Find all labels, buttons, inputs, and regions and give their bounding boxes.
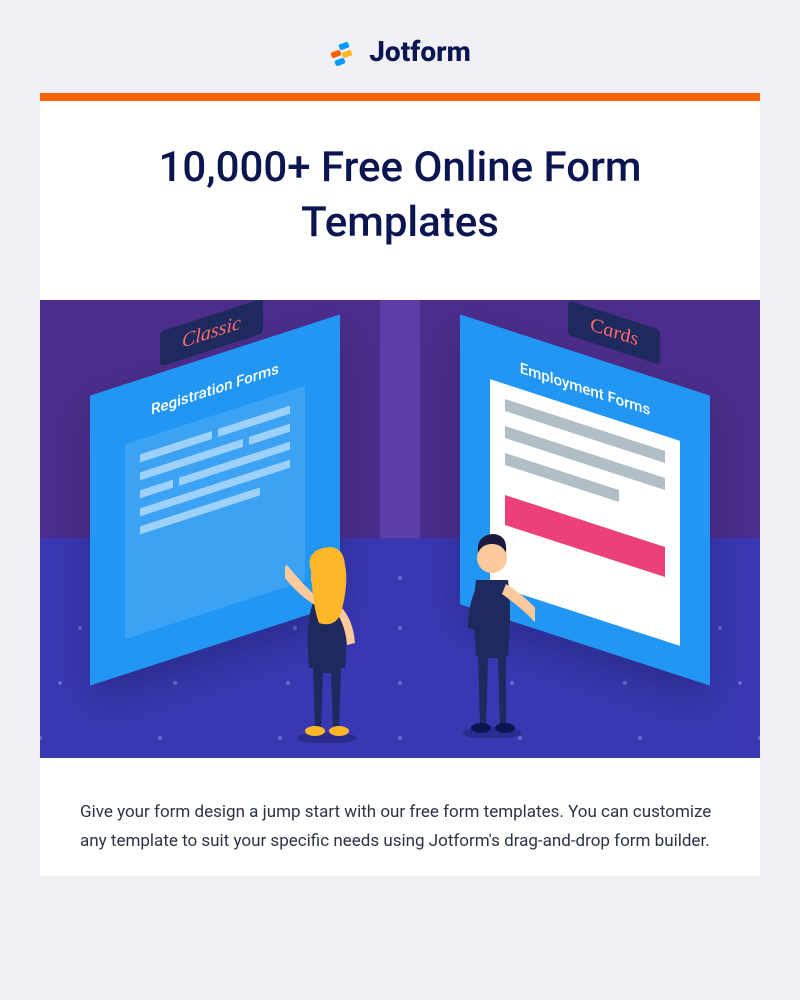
brand-logo[interactable]: Jotform [40,20,760,93]
person-illustration-left [285,523,370,743]
body-paragraph: Give your form design a jump start with … [40,758,760,876]
person-illustration-right [450,508,535,738]
content-card: 10,000+ Free Online Form Templates Regis… [40,93,760,876]
brand-name: Jotform [369,35,471,68]
hero-illustration: Registration Forms Employment Forms [40,300,760,758]
page-headline: 10,000+ Free Online Form Templates [100,141,700,250]
jotform-logo-icon [329,37,359,67]
headline-section: 10,000+ Free Online Form Templates [40,101,760,300]
